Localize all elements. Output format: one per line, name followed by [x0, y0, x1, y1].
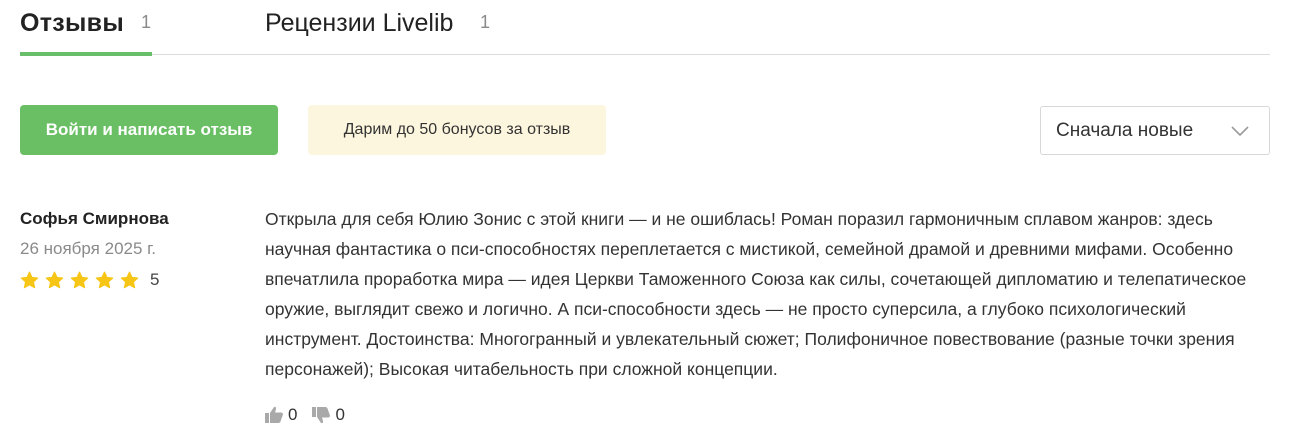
thumbs-down-icon — [312, 407, 331, 424]
thumbs-up-icon — [265, 406, 283, 423]
review-votes: 0 0 — [264, 403, 359, 427]
tab-livelib-reviews[interactable]: Рецензии Livelib 1 — [265, 0, 505, 54]
reviews-section: Отзывы 1 Рецензии Livelib 1 Войти и напи… — [0, 0, 1296, 447]
rating-stars — [20, 271, 145, 290]
star-icon — [45, 271, 64, 288]
tab-reviews-count: 1 — [141, 12, 152, 32]
tab-reviews[interactable]: Отзывы 1 — [20, 0, 152, 56]
like-count: 0 — [288, 405, 298, 424]
active-tab-indicator — [20, 52, 152, 56]
review-date: 26 ноября 2025 г. — [20, 239, 156, 258]
tabs-bar: Отзывы 1 Рецензии Livelib 1 — [20, 0, 1270, 56]
dislike-button[interactable]: 0 — [311, 405, 345, 425]
rating-value: 5 — [150, 270, 160, 289]
review-rating: 5 — [20, 269, 159, 291]
star-icon — [120, 271, 139, 288]
bonus-promo-badge: Дарим до 50 бонусов за отзыв — [308, 105, 606, 155]
chevron-down-icon — [1231, 126, 1249, 137]
review-text: Открыла для себя Юлию Зонис с этой книги… — [265, 209, 1247, 379]
tab-livelib-count: 1 — [480, 12, 491, 32]
star-icon — [70, 271, 89, 288]
tab-livelib-label: Рецензии Livelib — [265, 9, 454, 37]
sort-selected-value: Сначала новые — [1056, 120, 1194, 141]
login-and-write-review-button[interactable]: Войти и написать отзыв — [20, 105, 278, 155]
tab-reviews-label: Отзывы — [20, 9, 124, 37]
star-icon — [95, 271, 114, 288]
dislike-count: 0 — [335, 405, 345, 424]
star-icon — [20, 271, 39, 288]
like-button[interactable]: 0 — [264, 405, 297, 425]
review-author-name[interactable]: Софья Смирнова — [20, 209, 169, 229]
sort-dropdown[interactable]: Сначала новые — [1040, 106, 1270, 155]
